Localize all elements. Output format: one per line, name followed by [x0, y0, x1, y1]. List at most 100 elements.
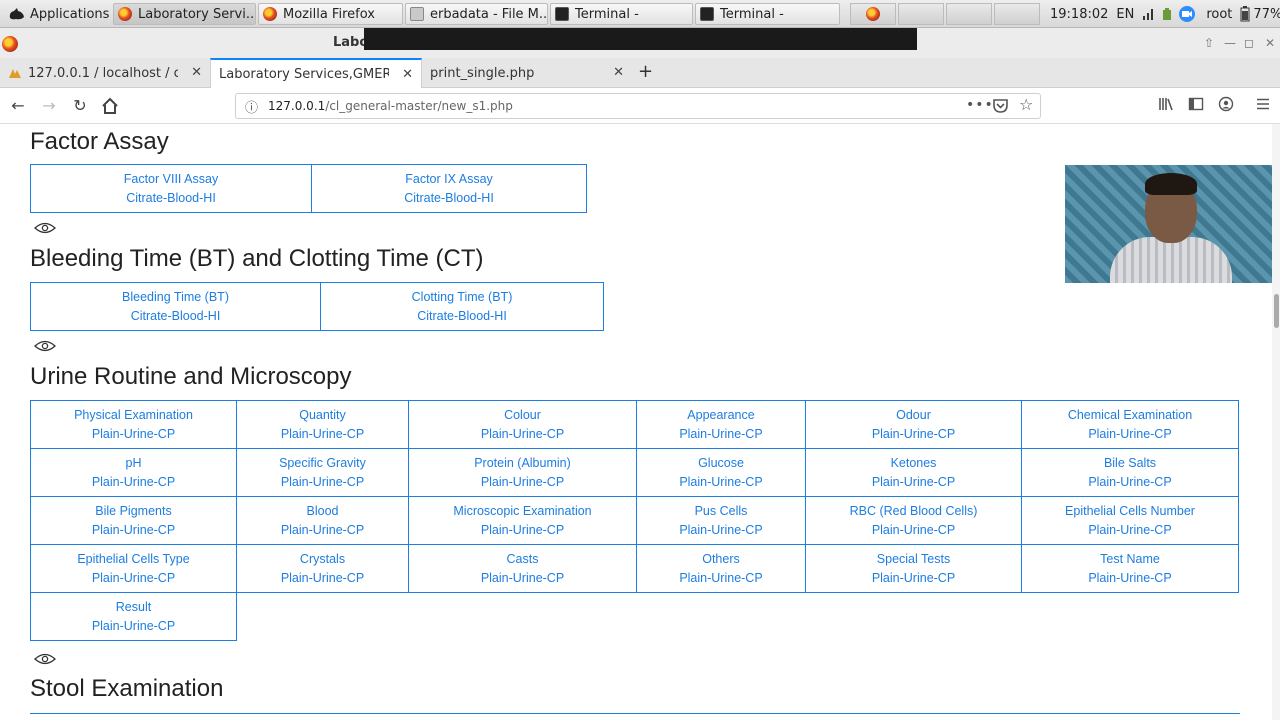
section-title: Bleeding Time (BT) and Clotting Time (CT… — [30, 245, 484, 272]
taskbar-window-1[interactable]: Mozilla Firefox — [258, 3, 403, 25]
pocket-icon[interactable] — [993, 99, 1008, 113]
library-icon[interactable] — [1158, 96, 1174, 112]
taskbar-window-4[interactable]: Terminal - — [695, 3, 840, 25]
tab-print-single[interactable]: print_single.php ✕ — [422, 58, 632, 88]
test-name: Physical Examination — [74, 407, 193, 422]
test-button[interactable]: Clotting Time (BT) Citrate-Blood-HI — [320, 282, 604, 331]
screen-overlay — [364, 28, 917, 50]
menu-icon[interactable] — [1255, 96, 1271, 112]
shade-icon[interactable]: ⇧ — [1204, 36, 1214, 50]
test-button[interactable]: Test Name Plain-Urine-CP — [1021, 544, 1239, 593]
taskbar-window-label: erbadata - File M... — [430, 6, 548, 22]
scrollbar-thumb[interactable] — [1274, 294, 1279, 328]
test-grid: Bleeding Time (BT) Citrate-Blood-HI Clotti… — [30, 282, 604, 331]
tab-label: Laboratory Services,GMERS — [219, 67, 389, 82]
window-titlebar: Labo ⇧ — ◻ ✕ — [0, 28, 1280, 58]
firefox-icon — [866, 7, 880, 21]
camera-icon[interactable] — [1178, 6, 1196, 22]
test-button[interactable]: Physical Examination Plain-Urine-CP — [30, 400, 237, 449]
test-button[interactable]: Appearance Plain-Urine-CP — [636, 400, 806, 449]
eye-icon[interactable] — [34, 340, 56, 352]
close-icon[interactable]: ✕ — [402, 67, 413, 82]
workspace-4[interactable] — [994, 3, 1040, 25]
eye-icon[interactable] — [34, 222, 56, 234]
url-bar[interactable]: ⓘ 127.0.0.1/cl_general-master/new_s1.php… — [235, 93, 1041, 119]
minimize-icon[interactable]: — — [1224, 36, 1236, 50]
test-button[interactable]: Others Plain-Urine-CP — [636, 544, 806, 593]
test-button[interactable]: RBC (Red Blood Cells) Plain-Urine-CP — [805, 496, 1022, 545]
bookmark-star-icon[interactable]: ☆ — [1019, 95, 1033, 114]
workspace-1[interactable] — [850, 3, 896, 25]
user-name[interactable]: root — [1206, 7, 1232, 22]
test-button[interactable]: Crystals Plain-Urine-CP — [236, 544, 409, 593]
tab-label: 127.0.0.1 / localhost / cl_ — [28, 65, 178, 81]
reload-icon[interactable]: ↻ — [70, 96, 90, 116]
clock: 19:18:02 — [1050, 6, 1109, 22]
test-button[interactable]: Microscopic Examination Plain-Urine-CP — [408, 496, 637, 545]
test-button[interactable]: Epithelial Cells Type Plain-Urine-CP — [30, 544, 237, 593]
terminal-icon — [555, 7, 569, 21]
close-icon[interactable]: ✕ — [613, 65, 624, 80]
sample-type: Plain-Urine-CP — [280, 474, 365, 489]
eye-icon[interactable] — [34, 653, 56, 665]
test-button[interactable]: Glucose Plain-Urine-CP — [636, 448, 806, 497]
taskbar-window-0[interactable]: Laboratory Servi... — [113, 3, 256, 25]
scrollbar[interactable] — [1272, 124, 1280, 720]
test-button[interactable]: Colour Plain-Urine-CP — [408, 400, 637, 449]
applications-menu[interactable]: Applications — [4, 3, 112, 25]
tab-phpmyadmin[interactable]: 127.0.0.1 / localhost / cl_ ✕ — [0, 58, 210, 88]
test-name: Bleeding Time (BT) — [122, 289, 229, 304]
presenter-body — [1110, 237, 1232, 283]
info-icon[interactable]: ⓘ — [245, 97, 258, 116]
test-button[interactable]: Factor IX Assay Citrate-Blood-HI — [311, 164, 587, 213]
test-button[interactable]: Blood Plain-Urine-CP — [236, 496, 409, 545]
test-name: Colour — [504, 407, 541, 422]
test-grid: Physical Examination Plain-Urine-CP Quanti… — [30, 400, 1240, 641]
back-icon[interactable]: ← — [8, 96, 28, 116]
new-tab-icon[interactable]: + — [638, 61, 653, 82]
home-icon[interactable] — [100, 96, 120, 116]
test-button[interactable]: Pus Cells Plain-Urine-CP — [636, 496, 806, 545]
test-button[interactable]: Quantity Plain-Urine-CP — [236, 400, 409, 449]
test-button[interactable]: Ketones Plain-Urine-CP — [805, 448, 1022, 497]
test-button[interactable]: Epithelial Cells Number Plain-Urine-CP — [1021, 496, 1239, 545]
test-button[interactable]: Bile Salts Plain-Urine-CP — [1021, 448, 1239, 497]
test-button[interactable]: Factor VIII Assay Citrate-Blood-HI — [30, 164, 312, 213]
page-content: Factor Assay Factor VIII Assay Citrate-Bl… — [0, 124, 1280, 720]
test-button[interactable]: Odour Plain-Urine-CP — [805, 400, 1022, 449]
sample-type: Citrate-Blood-HI — [130, 308, 221, 323]
close-icon[interactable]: ✕ — [1265, 36, 1275, 50]
taskbar-window-3[interactable]: Terminal - — [550, 3, 693, 25]
test-button[interactable]: Chemical Examination Plain-Urine-CP — [1021, 400, 1239, 449]
sample-type: Plain-Urine-CP — [679, 474, 763, 489]
account-icon[interactable] — [1218, 96, 1234, 112]
sample-type: Plain-Urine-CP — [480, 570, 565, 585]
workspace-2[interactable] — [898, 3, 944, 25]
test-button[interactable]: Special Tests Plain-Urine-CP — [805, 544, 1022, 593]
test-button[interactable]: Bile Pigments Plain-Urine-CP — [30, 496, 237, 545]
close-icon[interactable]: ✕ — [191, 65, 202, 80]
test-name: Protein (Albumin) — [474, 455, 571, 470]
test-button[interactable]: pH Plain-Urine-CP — [30, 448, 237, 497]
forward-icon[interactable]: → — [39, 96, 59, 116]
test-button[interactable]: Specific Gravity Plain-Urine-CP — [236, 448, 409, 497]
url-host: 127.0.0.1 — [268, 99, 326, 113]
taskbar-window-2[interactable]: erbadata - File M... — [405, 3, 548, 25]
maximize-icon[interactable]: ◻ — [1244, 36, 1254, 50]
tab-laboratory-services[interactable]: Laboratory Services,GMERS ✕ — [210, 58, 422, 89]
keyboard-layout[interactable]: EN — [1116, 7, 1134, 22]
test-name: Blood — [306, 503, 339, 518]
sidebar-icon[interactable] — [1188, 96, 1204, 112]
test-button[interactable]: Protein (Albumin) Plain-Urine-CP — [408, 448, 637, 497]
test-button[interactable]: Result Plain-Urine-CP — [30, 592, 237, 641]
sample-type: Citrate-Blood-HI — [126, 190, 216, 205]
battery-icon — [1240, 6, 1250, 22]
page-actions-icon[interactable]: ••• — [966, 97, 994, 113]
test-name: pH — [125, 455, 142, 470]
test-name: Clotting Time (BT) — [411, 289, 513, 304]
workspace-3[interactable] — [946, 3, 992, 25]
test-button[interactable]: Bleeding Time (BT) Citrate-Blood-HI — [30, 282, 321, 331]
test-name: Special Tests — [876, 551, 951, 566]
tab-label: print_single.php — [430, 65, 535, 81]
test-button[interactable]: Casts Plain-Urine-CP — [408, 544, 637, 593]
